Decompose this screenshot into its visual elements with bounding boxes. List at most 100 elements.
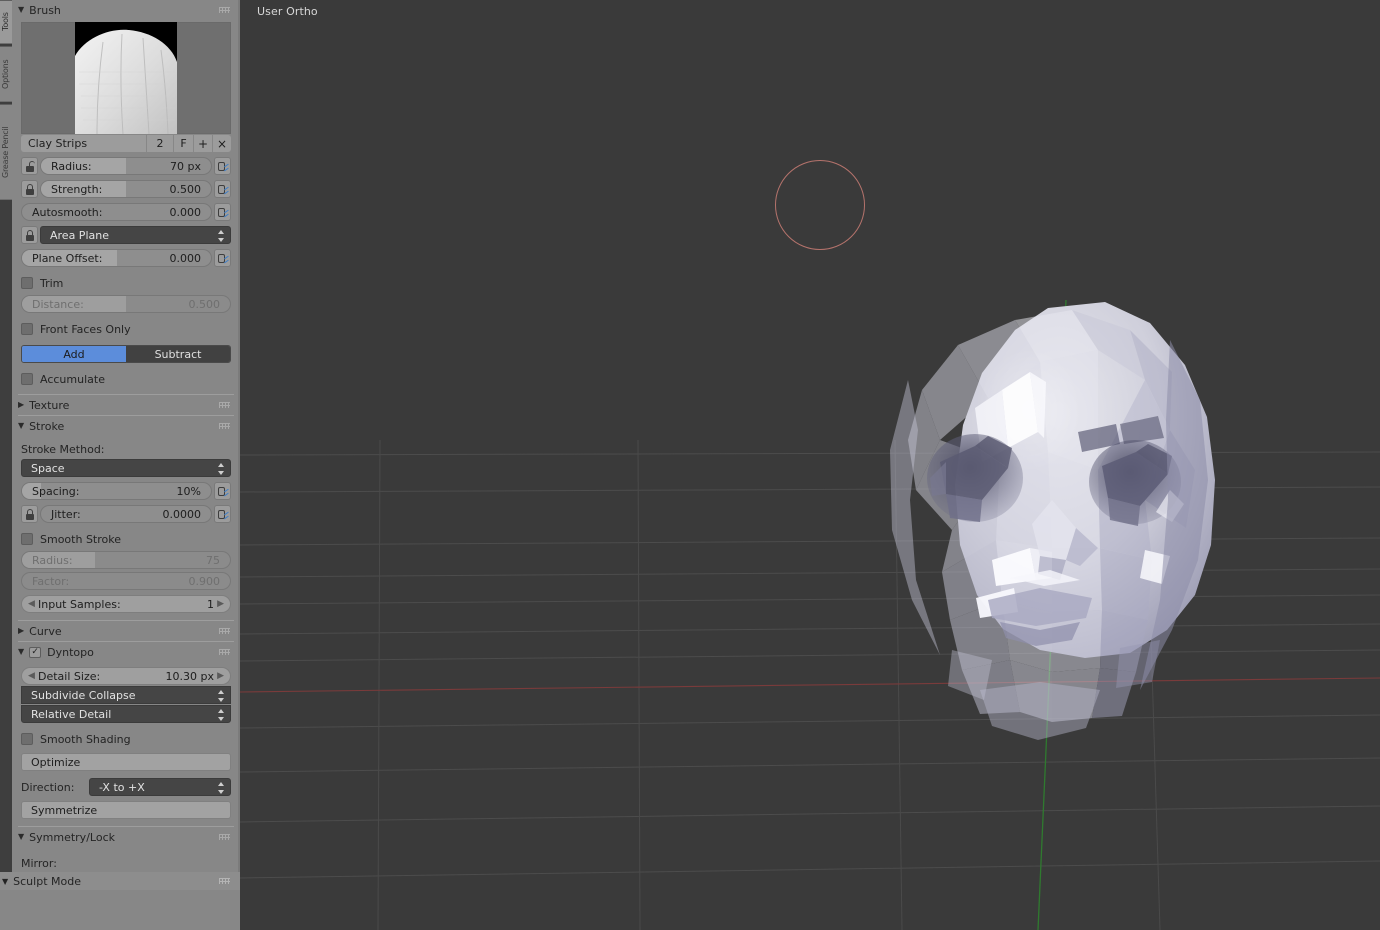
chevron-right-icon[interactable]: ▶ [217, 671, 224, 681]
strength-slider[interactable]: Strength: 0.500 [40, 180, 212, 198]
section-header-brush[interactable]: ▼ Brush [12, 0, 240, 20]
section-header-sculpt-mode[interactable]: ▼ Sculpt Mode [0, 872, 240, 890]
refine-method-dropdown[interactable]: Subdivide Collapse [21, 686, 231, 704]
detail-size-row[interactable]: ◀ Detail Size: 10.30 px ▶ [12, 667, 240, 685]
accumulate-checkbox[interactable] [21, 373, 33, 385]
grip-icon[interactable] [219, 402, 230, 408]
distance-value: 0.500 [188, 297, 221, 311]
chevron-updown-icon [217, 463, 224, 475]
spacing-slider[interactable]: Spacing: 10% [21, 482, 212, 500]
detail-type-dropdown[interactable]: Relative Detail [21, 705, 231, 723]
3d-viewport[interactable]: User Ortho [240, 0, 1380, 930]
plane-offset-animate-icon[interactable] [214, 249, 231, 267]
brush-datablock-row[interactable]: Clay Strips 2 F + × [21, 135, 231, 152]
area-plane-value: Area Plane [50, 228, 109, 242]
smooth-stroke-checkbox[interactable] [21, 533, 33, 545]
strength-animate-icon[interactable] [214, 180, 231, 198]
area-plane-lock-icon[interactable] [21, 226, 38, 244]
tab-options[interactable]: Options [0, 46, 12, 102]
chevron-left-icon[interactable]: ◀ [28, 599, 35, 609]
section-header-stroke[interactable]: ▼ Stroke [12, 416, 240, 436]
direction-dropdown[interactable]: -X to +X [89, 778, 231, 796]
stroke-method-dropdown[interactable]: Space [21, 459, 231, 477]
strength-lock-icon[interactable] [21, 180, 38, 198]
spacing-row[interactable]: Spacing: 10% [12, 482, 240, 500]
jitter-animate-icon[interactable] [214, 505, 231, 523]
front-faces-only-row[interactable]: Front Faces Only [12, 321, 240, 337]
plane-offset-row[interactable]: Plane Offset: 0.000 [12, 249, 240, 267]
section-header-symmetry-lock[interactable]: ▼ Symmetry/Lock [12, 827, 240, 847]
direction-value: -X to +X [99, 780, 145, 794]
autosmooth-slider[interactable]: Autosmooth: 0.000 [21, 203, 212, 221]
section-header-curve[interactable]: ▶ Curve [12, 621, 240, 641]
autosmooth-animate-icon[interactable] [214, 203, 231, 221]
jitter-value: 0.0000 [162, 507, 202, 521]
stroke-method-row[interactable]: Space [12, 459, 240, 477]
tool-properties-panel[interactable]: ▼ Brush Clay Strips 2 F + × Radius: 70 p… [12, 0, 240, 872]
brush-users-count[interactable]: 2 [147, 135, 173, 152]
dyntopo-enable-checkbox[interactable]: ✓ [29, 646, 42, 658]
grip-icon[interactable] [219, 7, 230, 13]
smooth-shading-checkbox[interactable] [21, 733, 33, 745]
section-header-texture[interactable]: ▶ Texture [12, 395, 240, 415]
chevron-right-icon[interactable]: ▶ [217, 599, 224, 609]
chevron-left-icon[interactable]: ◀ [28, 671, 35, 681]
jitter-slider[interactable]: Jitter: 0.0000 [40, 505, 212, 523]
trim-checkbox[interactable] [21, 277, 33, 289]
trim-checkbox-row[interactable]: Trim [12, 275, 240, 291]
input-samples-row[interactable]: ◀ Input Samples: 1 ▶ [12, 595, 240, 613]
viewport-view-label: User Ortho [257, 5, 318, 18]
smooth-radius-row: Radius: 75 [12, 551, 240, 569]
radius-lock-icon[interactable] [21, 157, 38, 175]
detail-type-row[interactable]: Relative Detail [12, 705, 240, 723]
brush-preview-image [75, 22, 177, 134]
strength-row[interactable]: Strength: 0.500 [12, 180, 240, 198]
brush-new-button[interactable]: + [194, 135, 212, 152]
chevron-down-icon: ▼ [18, 421, 25, 430]
direction-subtract-button[interactable]: Subtract [126, 346, 230, 362]
grip-icon[interactable] [219, 423, 230, 429]
grip-icon[interactable] [219, 628, 230, 634]
jitter-lock-icon[interactable] [21, 505, 38, 523]
brush-name-field[interactable]: Clay Strips [21, 135, 146, 152]
optimize-button[interactable]: Optimize [21, 753, 231, 771]
brush-preview[interactable] [21, 22, 231, 134]
spacing-animate-icon[interactable] [214, 482, 231, 500]
brush-fake-user-button[interactable]: F [174, 135, 193, 152]
direction-row[interactable]: Direction: -X to +X [12, 778, 240, 796]
brush-unlink-button[interactable]: × [213, 135, 231, 152]
chevron-right-icon: ▶ [18, 626, 25, 635]
area-plane-row[interactable]: Area Plane [12, 226, 240, 244]
tab-grease-pencil[interactable]: Grease Pencil [0, 104, 12, 200]
section-header-dyntopo[interactable]: ▼ ✓ Dyntopo [12, 642, 240, 662]
area-plane-dropdown[interactable]: Area Plane [40, 226, 231, 244]
smooth-stroke-row[interactable]: Smooth Stroke [12, 531, 240, 547]
symmetrize-button[interactable]: Symmetrize [21, 801, 231, 819]
autosmooth-row[interactable]: Autosmooth: 0.000 [12, 203, 240, 221]
jitter-label: Jitter: [51, 507, 81, 521]
tab-tools[interactable]: Tools [0, 0, 12, 44]
direction-add-button[interactable]: Add [22, 346, 126, 362]
detail-size-field[interactable]: ◀ Detail Size: 10.30 px ▶ [21, 667, 231, 685]
radius-slider[interactable]: Radius: 70 px [40, 157, 212, 175]
autosmooth-value: 0.000 [169, 205, 202, 219]
grip-icon[interactable] [219, 834, 230, 840]
grip-icon[interactable] [219, 878, 230, 884]
smooth-factor-label: Factor: [32, 574, 70, 588]
jitter-row[interactable]: Jitter: 0.0000 [12, 505, 240, 523]
input-samples-field[interactable]: ◀ Input Samples: 1 ▶ [21, 595, 231, 613]
front-faces-only-checkbox[interactable] [21, 323, 33, 335]
smooth-shading-label: Smooth Shading [40, 732, 131, 746]
refine-method-row[interactable]: Subdivide Collapse [12, 686, 240, 704]
plane-offset-slider[interactable]: Plane Offset: 0.000 [21, 249, 212, 267]
radius-animate-icon[interactable] [214, 157, 231, 175]
radius-label: Radius: [51, 159, 92, 173]
accumulate-row[interactable]: Accumulate [12, 371, 240, 387]
radius-row[interactable]: Radius: 70 px [12, 157, 240, 175]
input-samples-label: Input Samples: [38, 597, 121, 611]
brush-direction-toggle[interactable]: Add Subtract [21, 345, 231, 363]
smooth-shading-row[interactable]: Smooth Shading [12, 731, 240, 747]
smooth-factor-slider: Factor: 0.900 [21, 572, 231, 590]
grip-icon[interactable] [219, 649, 230, 655]
section-title-curve: Curve [29, 624, 62, 638]
